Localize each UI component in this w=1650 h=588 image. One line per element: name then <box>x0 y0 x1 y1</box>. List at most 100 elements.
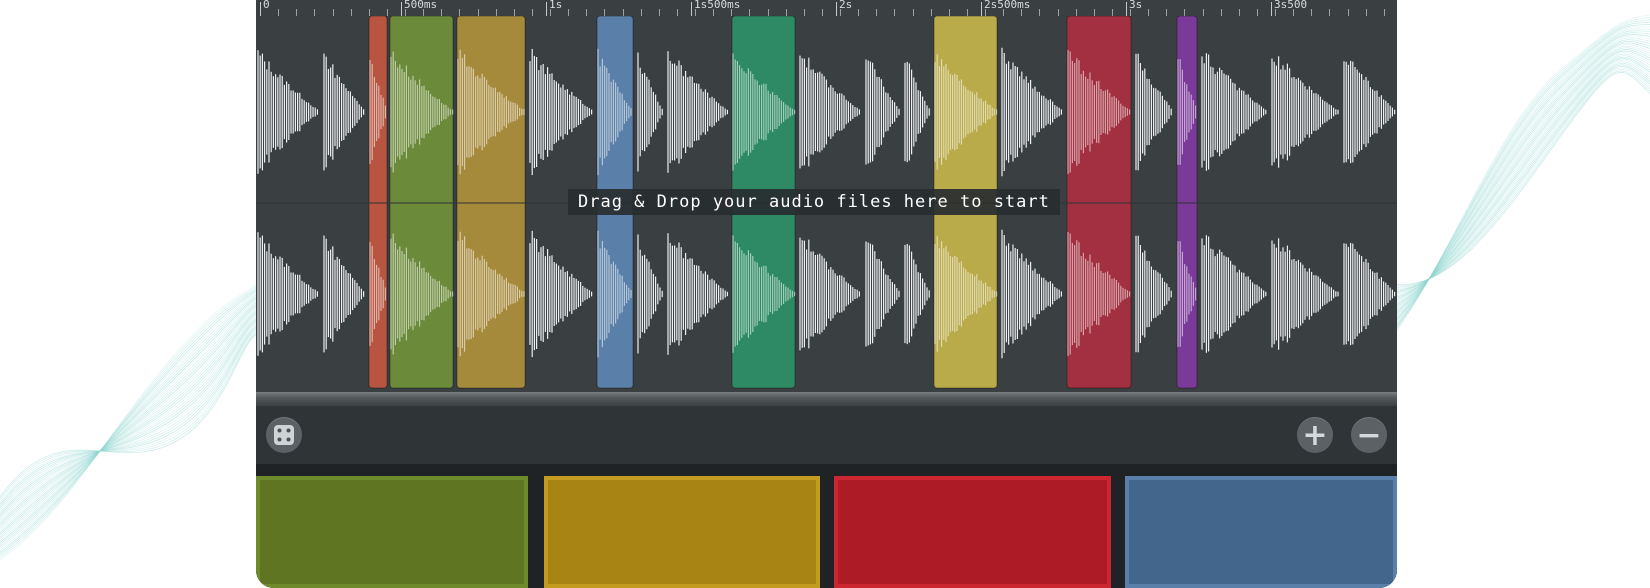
ruler-tick <box>459 9 461 16</box>
ruler-tick <box>948 9 950 16</box>
ruler-major-tick <box>401 2 402 16</box>
background-wave-line <box>1389 47 1650 312</box>
ruler-tick-label: 2s500ms <box>984 0 1031 11</box>
sampler-app-window: 0 500ms 1s 1s500ms 2s 2s500ms 3s 3s500 Drag & D… <box>256 0 1397 588</box>
background-wave-line <box>0 313 263 520</box>
background-wave-line <box>1389 50 1650 309</box>
ruler-tick <box>858 9 860 16</box>
dice-icon <box>274 425 294 445</box>
waveform-lanes[interactable]: Drag & Drop your audio files here to sta… <box>256 16 1397 392</box>
ruler-tick-label: 3s <box>1129 0 1143 11</box>
ruler-tick <box>531 9 533 16</box>
ruler-tick <box>1075 9 1077 16</box>
ruler-tick-label: 0 <box>263 0 270 11</box>
ruler-tick <box>350 9 352 16</box>
ruler-tick <box>912 9 914 16</box>
ruler-tick <box>894 9 896 16</box>
time-ruler[interactable]: 0 500ms 1s 1s500ms 2s 2s500ms 3s 3s500 <box>256 0 1397 17</box>
ruler-tick <box>1093 9 1095 16</box>
ruler-tick <box>568 9 570 16</box>
background-wave-line <box>1389 35 1650 324</box>
ruler-major-tick <box>836 2 837 16</box>
ruler-tick <box>1383 9 1385 16</box>
ruler-tick <box>1202 9 1204 16</box>
ruler-tick <box>966 9 968 16</box>
plus-icon: + <box>1302 417 1328 453</box>
ruler-tick <box>622 9 624 16</box>
background-wave-line <box>0 302 263 534</box>
background-wave-line <box>1389 28 1650 331</box>
ruler-tick <box>876 9 878 16</box>
background-wave-line <box>1389 30 1650 329</box>
background-wave-line <box>1389 63 1650 295</box>
ruler-tick-label: 2s <box>839 0 853 11</box>
background-wave-line <box>1389 49 1650 310</box>
zoom-out-button[interactable]: − <box>1351 417 1387 453</box>
ruler-major-tick <box>1271 2 1272 16</box>
ruler-tick <box>332 9 334 16</box>
ruler-major-tick <box>546 2 547 16</box>
ruler-tick <box>386 9 388 16</box>
ruler-tick-label: 1s500ms <box>694 0 741 11</box>
pad-green[interactable] <box>256 476 528 588</box>
background-wave-line <box>1389 42 1650 317</box>
pad-yellow[interactable] <box>544 476 820 588</box>
ruler-tick <box>658 9 660 16</box>
lanes-divider[interactable] <box>256 392 1397 406</box>
ruler-major-tick <box>691 2 692 16</box>
pad-red[interactable] <box>834 476 1111 588</box>
background-wave-line <box>1389 52 1650 307</box>
ruler-major-tick <box>981 2 982 16</box>
waveform-chunk[interactable] <box>256 16 320 392</box>
background-wave-line <box>1389 45 1650 314</box>
ruler-tick-label: 1s <box>549 0 563 11</box>
ruler-tick <box>441 9 443 16</box>
background-wave-line <box>1389 14 1650 341</box>
ruler-tick <box>278 9 280 16</box>
zoom-in-button[interactable]: + <box>1297 417 1333 453</box>
ruler-tick-label: 500ms <box>404 0 438 11</box>
randomize-button[interactable] <box>266 417 302 453</box>
ruler-tick <box>785 9 787 16</box>
background-wave-line <box>1389 17 1650 339</box>
ruler-major-tick <box>260 2 261 16</box>
ruler-tick <box>930 9 932 16</box>
ruler-tick <box>604 9 606 16</box>
background-wave-line <box>0 300 263 536</box>
ruler-tick <box>1329 9 1331 16</box>
ruler-tick <box>1057 9 1059 16</box>
ruler-tick <box>1184 9 1186 16</box>
pad-blue[interactable] <box>1125 476 1397 588</box>
drop-hint-label: Drag & Drop your audio files here to sta… <box>568 189 1060 215</box>
ruler-tick <box>1311 9 1313 16</box>
ruler-tick <box>767 9 769 16</box>
ruler-tick <box>1111 9 1113 16</box>
background-wave-line <box>1389 39 1650 320</box>
ruler-tick-label: 3s500 <box>1274 0 1308 11</box>
ruler-tick <box>314 9 316 16</box>
ruler-tick <box>1256 9 1258 16</box>
ruler-tick <box>1220 9 1222 16</box>
ruler-tick <box>676 9 678 16</box>
ruler-tick <box>749 9 751 16</box>
background-wave-line <box>1389 34 1650 325</box>
ruler-tick <box>640 9 642 16</box>
ruler-tick <box>296 9 298 16</box>
ruler-tick <box>821 9 823 16</box>
background-wave-line <box>1389 44 1650 315</box>
ruler-tick <box>513 9 515 16</box>
ruler-tick <box>368 9 370 16</box>
ruler-tick <box>586 9 588 16</box>
ruler-tick <box>477 9 479 16</box>
toolbar: + − <box>256 406 1397 464</box>
ruler-tick <box>1365 9 1367 16</box>
ruler-tick <box>1039 9 1041 16</box>
ruler-tick <box>495 9 497 16</box>
ruler-tick <box>803 9 805 16</box>
ruler-tick <box>1166 9 1168 16</box>
background-wave-line <box>1389 40 1650 319</box>
waveform-chunk[interactable] <box>1200 16 1268 392</box>
ruler-tick <box>1347 9 1349 16</box>
minus-icon: − <box>1356 417 1382 453</box>
pads-area <box>256 464 1397 588</box>
